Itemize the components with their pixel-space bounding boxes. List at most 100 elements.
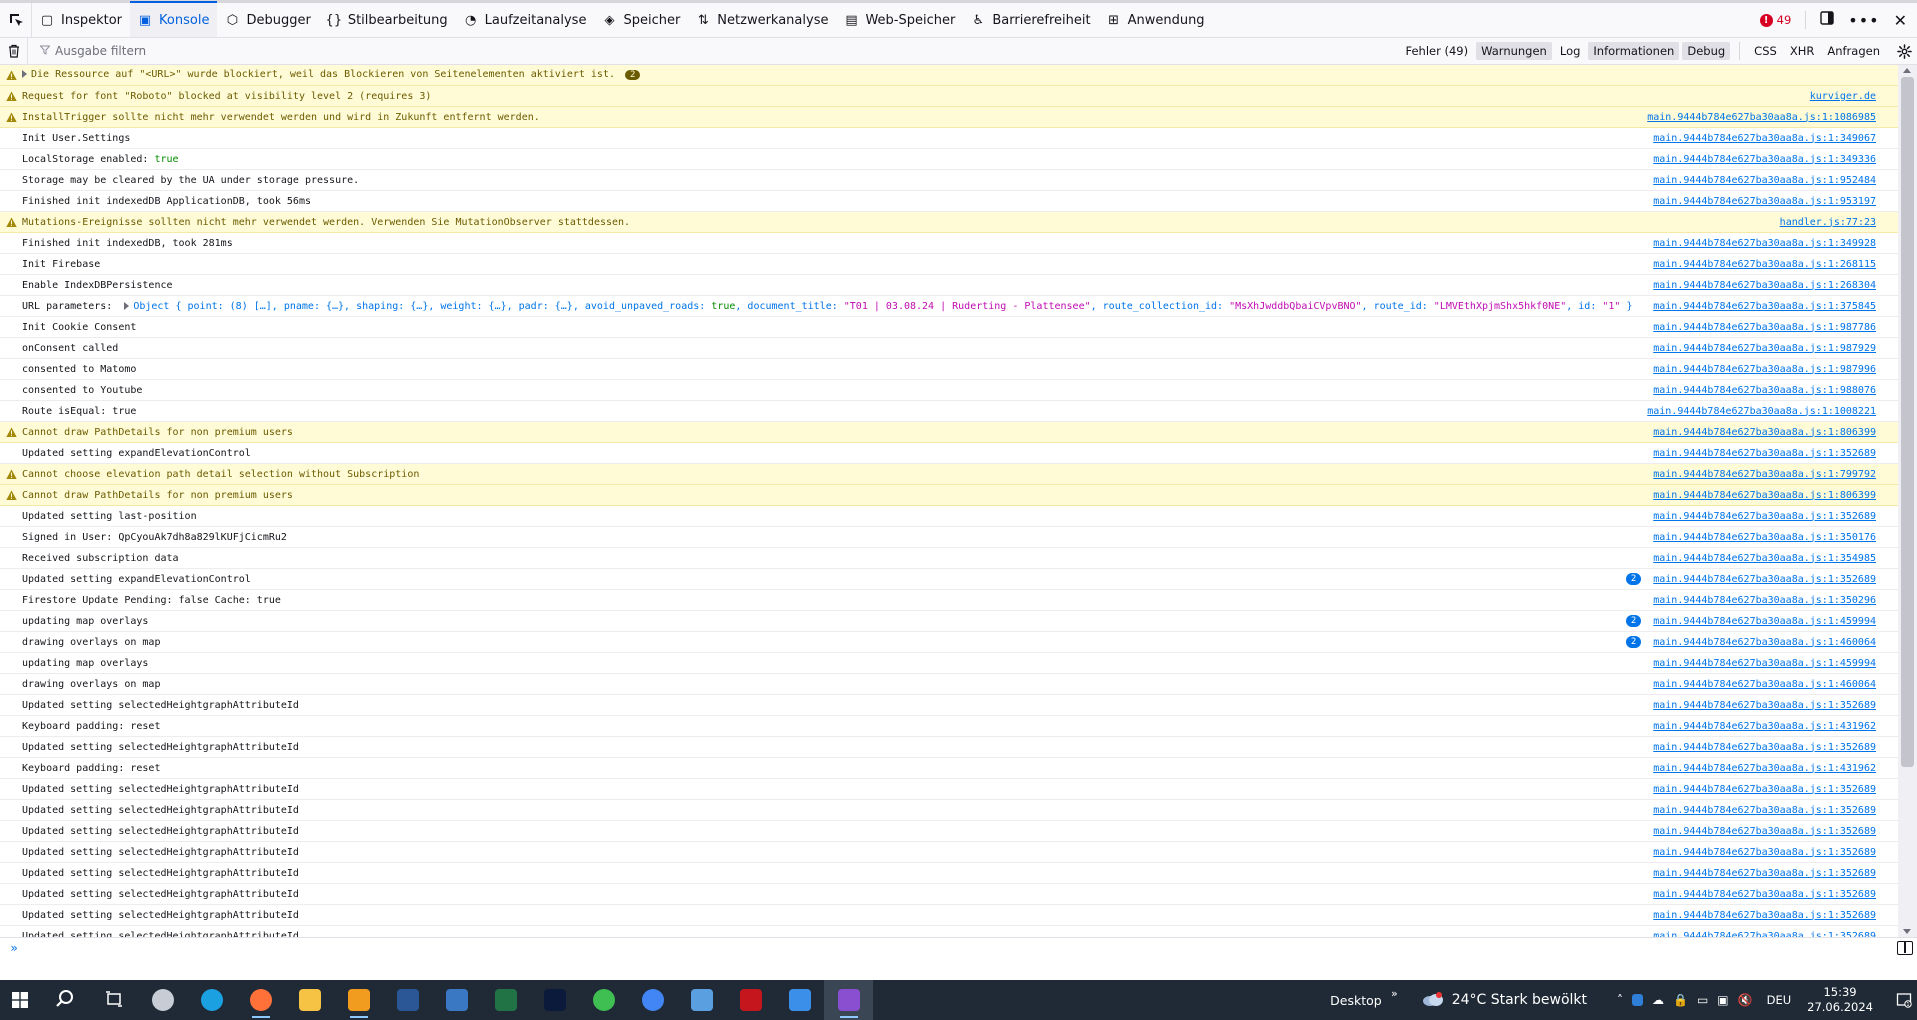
- source-link[interactable]: kurviger.de: [1810, 91, 1876, 102]
- source-link[interactable]: main.9444b784e627ba30aa8a.js:1:375845: [1653, 301, 1876, 312]
- taskbar-app[interactable]: [530, 980, 579, 1020]
- log-message-row[interactable]: Route isEqual: true main.9444b784e627ba30…: [0, 401, 1898, 422]
- source-link[interactable]: main.9444b784e627ba30aa8a.js:1:460064: [1653, 679, 1876, 690]
- source-link[interactable]: main.9444b784e627ba30aa8a.js:1:806399: [1653, 490, 1876, 501]
- source-link[interactable]: main.9444b784e627ba30aa8a.js:1:953197: [1653, 196, 1876, 207]
- source-link[interactable]: main.9444b784e627ba30aa8a.js:1:350176: [1653, 532, 1876, 543]
- log-message-row[interactable]: LocalStorage enabled: true main.9444b784e…: [0, 149, 1898, 170]
- source-link[interactable]: main.9444b784e627ba30aa8a.js:1:806399: [1653, 427, 1876, 438]
- level-filter-button[interactable]: Fehler (49): [1400, 42, 1473, 60]
- type-filter-button[interactable]: XHR: [1785, 42, 1820, 60]
- log-message-row[interactable]: Init Cookie Consent main.9444b784e627ba30…: [0, 317, 1898, 338]
- warning-message-row[interactable]: Request for font "Roboto" blocked at vis…: [0, 86, 1898, 107]
- console-output[interactable]: Die Ressource auf "<URL>" wurde blockier…: [0, 65, 1898, 937]
- warning-message-row[interactable]: Cannot draw PathDetails for non premium …: [0, 485, 1898, 506]
- scroll-thumb[interactable]: [1901, 77, 1914, 767]
- source-link[interactable]: main.9444b784e627ba30aa8a.js:1:352689: [1653, 910, 1876, 921]
- weather-widget[interactable]: 24°C Stark bewölkt: [1422, 992, 1587, 1008]
- log-message-row[interactable]: onConsent called main.9444b784e627ba30aa8…: [0, 338, 1898, 359]
- source-link[interactable]: main.9444b784e627ba30aa8a.js:1:352689: [1653, 448, 1876, 459]
- tab-web-speicher[interactable]: ▤ Web-Speicher: [836, 3, 963, 37]
- language-indicator[interactable]: DEU: [1767, 993, 1792, 1007]
- source-link[interactable]: main.9444b784e627ba30aa8a.js:1:459994: [1653, 658, 1876, 669]
- log-message-row[interactable]: Keyboard padding: reset main.9444b784e627…: [0, 716, 1898, 737]
- more-options-icon[interactable]: •••: [1848, 11, 1879, 30]
- warning-message-row[interactable]: Cannot choose elevation path detail sele…: [0, 464, 1898, 485]
- log-message-row[interactable]: Updated setting selectedHeightgraphAttri…: [0, 695, 1898, 716]
- log-message-row[interactable]: Firestore Update Pending: false Cache: t…: [0, 590, 1898, 611]
- log-message-row[interactable]: Updated setting selectedHeightgraphAttri…: [0, 737, 1898, 758]
- log-message-row[interactable]: Updated setting selectedHeightgraphAttri…: [0, 821, 1898, 842]
- source-link[interactable]: main.9444b784e627ba30aa8a.js:1:352689: [1653, 511, 1876, 522]
- taskbar-app[interactable]: [334, 980, 383, 1020]
- log-message-row[interactable]: Updated setting selectedHeightgraphAttri…: [0, 779, 1898, 800]
- source-link[interactable]: handler.js:77:23: [1780, 217, 1876, 228]
- warning-message-row[interactable]: Mutations-Ereignisse sollten nicht mehr …: [0, 212, 1898, 233]
- taskbar-app[interactable]: [432, 980, 481, 1020]
- notification-center-icon[interactable]: 1: [1891, 992, 1917, 1008]
- log-message-row[interactable]: consented to Matomo main.9444b784e627ba30…: [0, 359, 1898, 380]
- cloud-sync-icon[interactable]: ☁: [1652, 993, 1664, 1007]
- source-link[interactable]: main.9444b784e627ba30aa8a.js:1:988076: [1653, 385, 1876, 396]
- log-message-row[interactable]: Received subscription data main.9444b784e…: [0, 548, 1898, 569]
- source-link[interactable]: main.9444b784e627ba30aa8a.js:1:987929: [1653, 343, 1876, 354]
- taskbar-app[interactable]: [726, 980, 775, 1020]
- log-message-row[interactable]: Finished init indexedDB, took 281ms main.…: [0, 233, 1898, 254]
- scroll-up-arrow[interactable]: [1903, 68, 1911, 73]
- clock[interactable]: 15:39 27.06.2024: [1807, 985, 1873, 1015]
- taskbar-app[interactable]: [628, 980, 677, 1020]
- level-filter-button[interactable]: Debug: [1682, 42, 1731, 60]
- taskbar-app[interactable]: [236, 980, 285, 1020]
- console-settings-icon[interactable]: [1891, 43, 1917, 59]
- log-message-row[interactable]: Updated setting selectedHeightgraphAttri…: [0, 863, 1898, 884]
- taskbar-app[interactable]: [285, 980, 334, 1020]
- source-link[interactable]: main.9444b784e627ba30aa8a.js:1:352689: [1653, 784, 1876, 795]
- log-message-row[interactable]: updating map overlays 2 main.9444b784e627b…: [0, 611, 1898, 632]
- scroll-down-arrow[interactable]: [1903, 929, 1911, 934]
- source-link[interactable]: main.9444b784e627ba30aa8a.js:1:431962: [1653, 763, 1876, 774]
- taskbar-app[interactable]: [383, 980, 432, 1020]
- source-link[interactable]: main.9444b784e627ba30aa8a.js:1:987996: [1653, 364, 1876, 375]
- battery-icon[interactable]: ▭: [1697, 993, 1708, 1007]
- console-scrollbar[interactable]: [1898, 65, 1917, 937]
- lock-icon[interactable]: 🔒: [1673, 993, 1688, 1007]
- taskbar-app[interactable]: [481, 980, 530, 1020]
- log-message-row[interactable]: drawing overlays on map 2 main.9444b784e62…: [0, 632, 1898, 653]
- tab-stilbearbeitung[interactable]: {} Stilbearbeitung: [319, 3, 456, 37]
- chevron-up-icon[interactable]: ˄: [1617, 993, 1623, 1007]
- taskbar-app[interactable]: [775, 980, 824, 1020]
- taskbar-app[interactable]: [824, 980, 873, 1020]
- source-link[interactable]: main.9444b784e627ba30aa8a.js:1:352689: [1653, 847, 1876, 858]
- log-message-row[interactable]: Updated setting last-position main.9444b7…: [0, 506, 1898, 527]
- log-message-row[interactable]: Init Firebase main.9444b784e627ba30aa8a.j…: [0, 254, 1898, 275]
- log-message-row[interactable]: Init User.Settings main.9444b784e627ba30a…: [0, 128, 1898, 149]
- source-link[interactable]: main.9444b784e627ba30aa8a.js:1:352689: [1653, 826, 1876, 837]
- source-link[interactable]: main.9444b784e627ba30aa8a.js:1:354985: [1653, 553, 1876, 564]
- level-filter-button[interactable]: Informationen: [1588, 42, 1680, 60]
- log-message-row[interactable]: Enable IndexDBPersistence main.9444b784e6…: [0, 275, 1898, 296]
- source-link[interactable]: main.9444b784e627ba30aa8a.js:1:952484: [1653, 175, 1876, 186]
- filter-input[interactable]: [55, 44, 655, 58]
- warning-message-row[interactable]: Cannot draw PathDetails for non premium …: [0, 422, 1898, 443]
- source-link[interactable]: main.9444b784e627ba30aa8a.js:1:352689: [1653, 889, 1876, 900]
- expand-arrow-icon[interactable]: [22, 70, 27, 78]
- taskbar-app[interactable]: [40, 980, 89, 1020]
- log-message-row[interactable]: updating map overlays main.9444b784e627ba…: [0, 653, 1898, 674]
- bluetooth-icon[interactable]: [1632, 994, 1643, 1006]
- log-message-row[interactable]: Keyboard padding: reset main.9444b784e627…: [0, 758, 1898, 779]
- taskbar-app[interactable]: [187, 980, 236, 1020]
- source-link[interactable]: main.9444b784e627ba30aa8a.js:1:799792: [1653, 469, 1876, 480]
- warning-message-row[interactable]: InstallTrigger sollte nicht mehr verwend…: [0, 107, 1898, 128]
- source-link[interactable]: main.9444b784e627ba30aa8a.js:1:352689: [1653, 574, 1876, 585]
- tab-inspektor[interactable]: ▢ Inspektor: [32, 3, 130, 37]
- level-filter-button[interactable]: Warnungen: [1476, 42, 1552, 60]
- source-link[interactable]: main.9444b784e627ba30aa8a.js:1:268304: [1653, 280, 1876, 291]
- log-message-row[interactable]: Updated setting selectedHeightgraphAttri…: [0, 905, 1898, 926]
- source-link[interactable]: main.9444b784e627ba30aa8a.js:1:431962: [1653, 721, 1876, 732]
- source-link[interactable]: main.9444b784e627ba30aa8a.js:1:268115: [1653, 259, 1876, 270]
- expand-object-arrow-icon[interactable]: [124, 301, 130, 310]
- source-link[interactable]: main.9444b784e627ba30aa8a.js:1:459994: [1653, 616, 1876, 627]
- taskbar-app[interactable]: [89, 980, 138, 1020]
- error-count-badge[interactable]: ! 49: [1759, 13, 1791, 27]
- console-input-line[interactable]: »: [0, 937, 1917, 958]
